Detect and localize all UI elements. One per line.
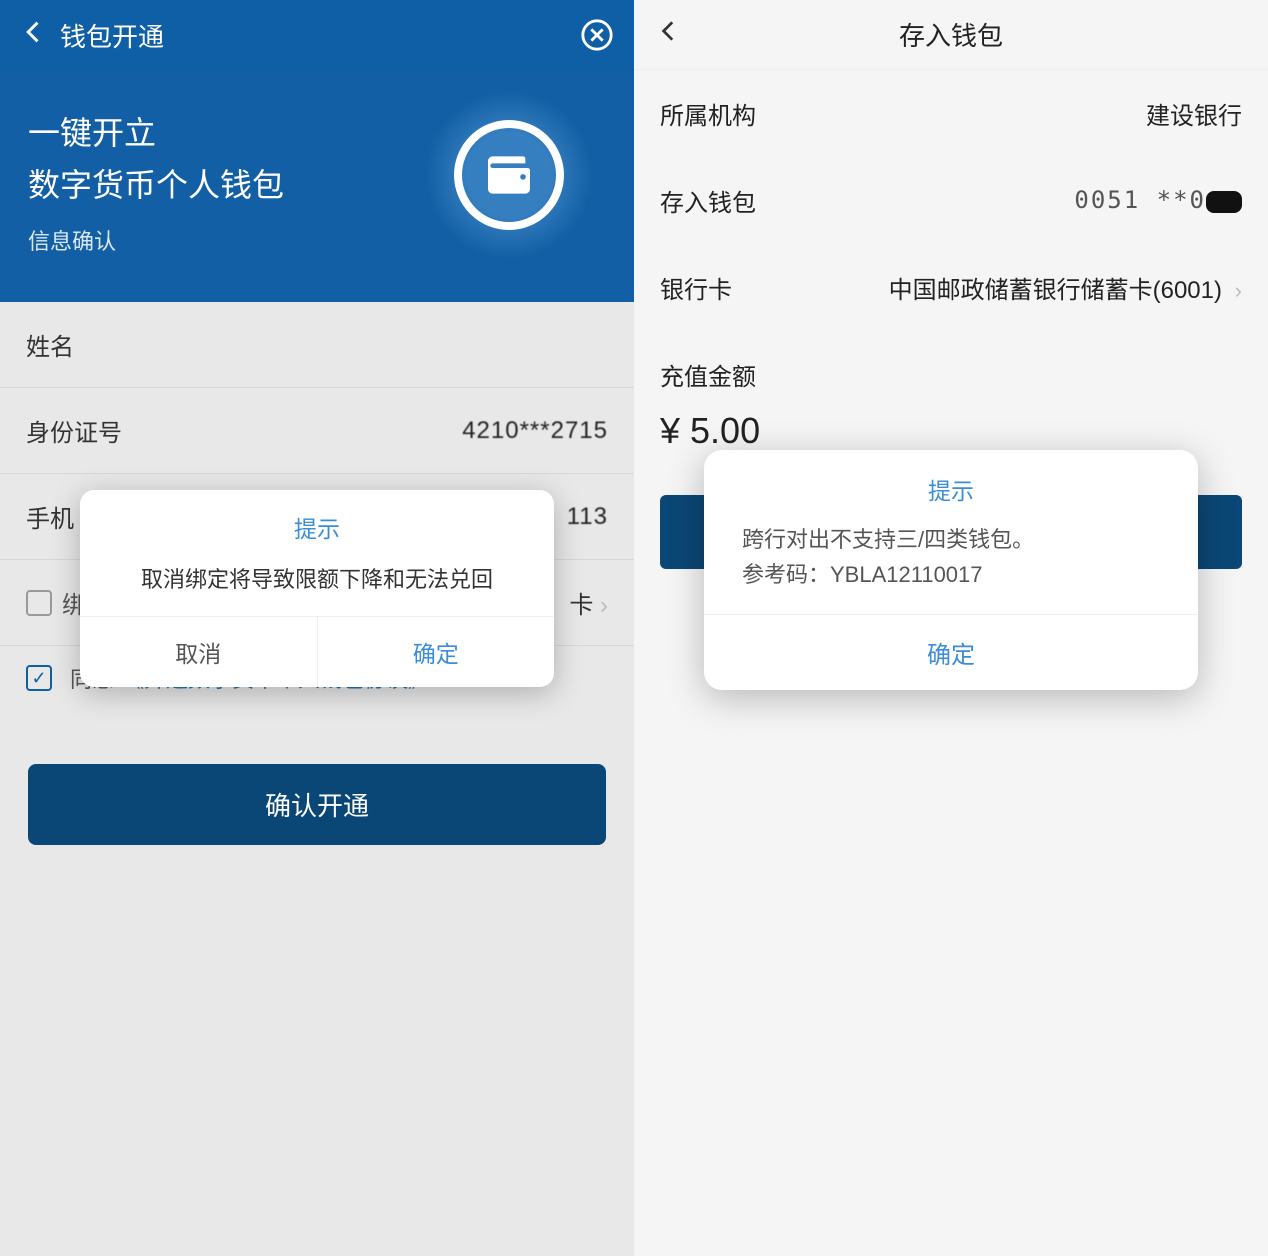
hero: 一键开立 数字货币个人钱包 信息确认: [0, 70, 634, 302]
header: 钱包开通: [0, 0, 634, 70]
dialog-body-line1: 跨行对出不支持三/四类钱包。: [742, 522, 1160, 557]
screen-wallet-open: 钱包开通 一键开立 数字货币个人钱包 信息确认 姓名 身份证号 4210***2…: [0, 0, 634, 1256]
dialog-confirm-button[interactable]: 确定: [318, 617, 555, 687]
row-name[interactable]: 姓名: [0, 302, 634, 388]
org-label: 所属机构: [660, 96, 756, 131]
phone-label: 手机: [26, 499, 74, 534]
bank-value: 中国邮政储蓄银行储蓄卡(6001): [889, 277, 1222, 304]
name-label: 姓名: [26, 327, 74, 362]
row-org: 所属机构 建设银行: [634, 70, 1268, 157]
wallet-value: 0051 **0: [1074, 186, 1206, 214]
dialog-body-line2: 参考码：YBLA12110017: [742, 557, 1160, 592]
dialog-title: 提示: [704, 450, 1198, 518]
row-deposit-wallet[interactable]: 存入钱包 0051 **0: [634, 157, 1268, 244]
wallet-label: 存入钱包: [660, 183, 756, 218]
row-id[interactable]: 身份证号 4210***2715: [0, 388, 634, 474]
id-value: 4210***2715: [462, 417, 608, 445]
page-title: 存入钱包: [899, 16, 1003, 53]
redacted-icon: [1206, 191, 1242, 213]
page-title: 钱包开通: [60, 17, 580, 54]
chevron-right-icon: ›: [600, 592, 608, 619]
row-bank-card[interactable]: 银行卡 中国邮政储蓄银行储蓄卡(6001) ›: [634, 244, 1268, 331]
chevron-right-icon: ›: [1235, 278, 1242, 303]
screen-deposit: 存入钱包 所属机构 建设银行 存入钱包 0051 **0 银行卡 中国邮政储蓄银…: [634, 0, 1268, 1256]
id-label: 身份证号: [26, 413, 122, 448]
dialog-title: 提示: [80, 490, 554, 556]
bind-tail: 卡: [569, 592, 593, 619]
alert-dialog: 提示 跨行对出不支持三/四类钱包。 参考码：YBLA12110017 确定: [704, 450, 1198, 690]
alert-dialog: 提示 取消绑定将导致限额下降和无法兑回 取消 确定: [80, 490, 554, 687]
org-value: 建设银行: [1146, 96, 1242, 131]
bank-label: 银行卡: [660, 270, 732, 305]
agree-checkbox[interactable]: ✓: [26, 665, 52, 691]
dialog-body: 取消绑定将导致限额下降和无法兑回: [80, 556, 554, 616]
confirm-open-button[interactable]: 确认开通: [28, 764, 606, 845]
header: 存入钱包: [634, 0, 1268, 70]
wallet-icon: [424, 90, 594, 260]
dialog-confirm-button[interactable]: 确定: [704, 614, 1198, 690]
back-icon[interactable]: [656, 18, 682, 52]
dialog-cancel-button[interactable]: 取消: [80, 617, 318, 687]
dialog-actions: 取消 确定: [80, 616, 554, 687]
dialog-body: 跨行对出不支持三/四类钱包。 参考码：YBLA12110017: [704, 518, 1198, 614]
back-icon[interactable]: [20, 17, 48, 54]
close-icon[interactable]: [580, 18, 614, 52]
amount-label: 充值金额: [634, 331, 1268, 400]
bind-checkbox[interactable]: [26, 590, 52, 616]
phone-tail: 113: [567, 503, 608, 531]
